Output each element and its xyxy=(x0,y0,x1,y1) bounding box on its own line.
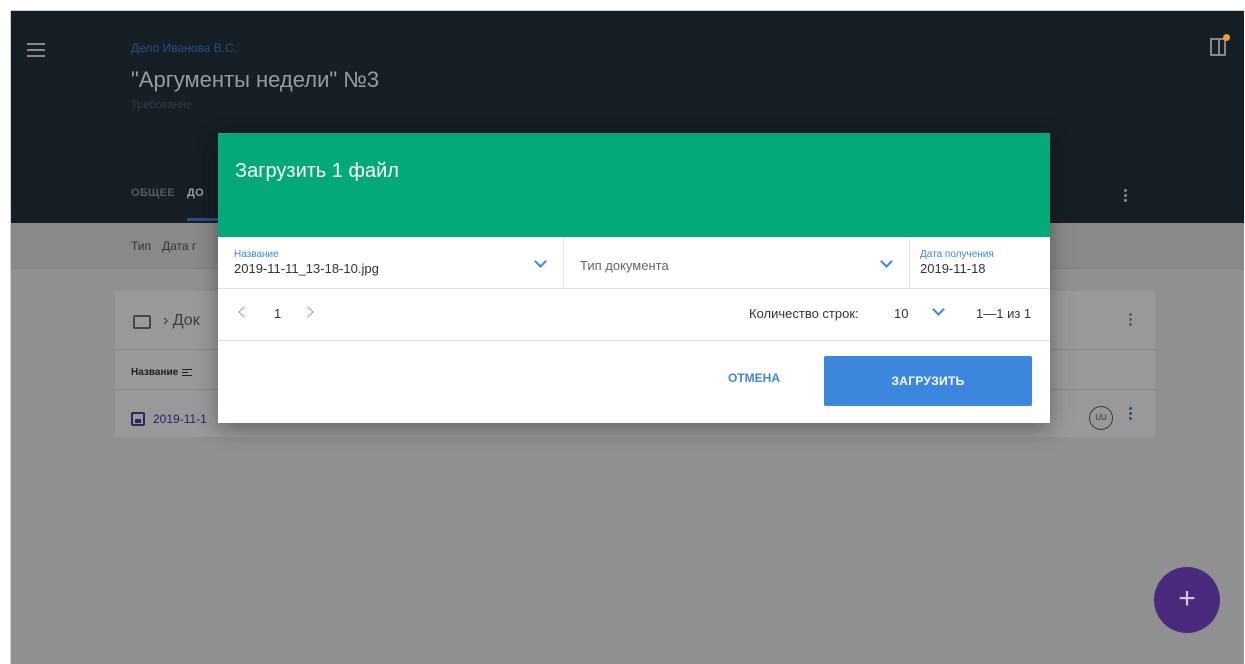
cancel-button[interactable]: ОТМЕНА xyxy=(714,363,794,393)
notification-dot xyxy=(1223,34,1230,41)
app-window: Дело Иванова В.С. "Аргументы недели" №3 … xyxy=(10,10,1244,664)
dialog-header: Загрузить 1 файл xyxy=(218,133,1050,237)
chevron-down-icon[interactable] xyxy=(534,255,547,268)
name-field-label: Название xyxy=(234,249,279,260)
name-field[interactable]: Название 2019-11-11_13-18-10.jpg xyxy=(218,237,564,289)
chevron-down-icon[interactable] xyxy=(880,255,893,268)
page-range: 1—1 из 1 xyxy=(976,306,1032,321)
rows-per-page-label: Количество строк: xyxy=(749,306,859,321)
pagination: 1 Количество строк: 10 1—1 из 1 xyxy=(218,289,1050,341)
name-field-value: 2019-11-11_13-18-10.jpg xyxy=(234,261,379,276)
document-type-placeholder: Тип документа xyxy=(580,258,669,273)
dialog-title: Загрузить 1 файл xyxy=(235,160,399,182)
upload-dialog: Загрузить 1 файл Название 2019-11-11_13-… xyxy=(218,133,1050,423)
received-date-field[interactable]: Дата получения 2019-11-18 xyxy=(910,237,1050,289)
received-date-value: 2019-11-18 xyxy=(920,261,986,276)
received-date-label: Дата получения xyxy=(920,249,994,260)
chevron-down-icon[interactable] xyxy=(932,303,945,316)
page-number[interactable]: 1 xyxy=(274,306,281,321)
upload-button[interactable]: ЗАГРУЗИТЬ xyxy=(824,356,1032,406)
chevron-right-icon[interactable] xyxy=(302,306,314,318)
add-fab-button[interactable]: + xyxy=(1154,567,1220,633)
chevron-left-icon[interactable] xyxy=(238,306,250,318)
document-type-select[interactable]: Тип документа xyxy=(564,237,910,289)
rows-per-page-value[interactable]: 10 xyxy=(894,306,908,321)
